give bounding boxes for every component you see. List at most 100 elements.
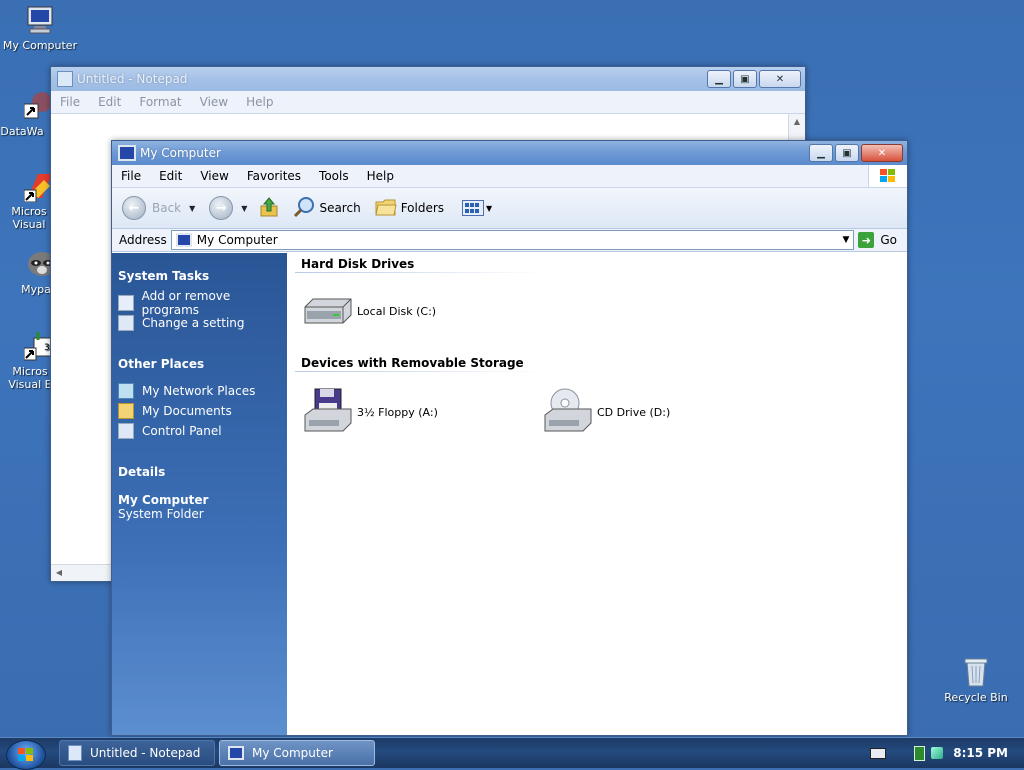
search-icon bbox=[293, 196, 315, 221]
menu-help[interactable]: Help bbox=[358, 169, 403, 183]
go-arrow-icon: ➜ bbox=[858, 232, 875, 248]
taskbar: Untitled - Notepad My Computer 8:15 PM bbox=[0, 737, 1024, 770]
close-icon: ✕ bbox=[877, 147, 887, 159]
explorer-title: My Computer bbox=[140, 146, 221, 160]
clock[interactable]: 8:15 PM bbox=[953, 746, 1008, 760]
go-button[interactable]: ➜ Go bbox=[858, 232, 897, 248]
desktop-icon-label: Micros Visual bbox=[11, 205, 47, 231]
computer-icon bbox=[175, 233, 192, 247]
start-button[interactable] bbox=[6, 740, 46, 770]
details-type: System Folder bbox=[118, 507, 204, 521]
up-folder-button[interactable] bbox=[259, 196, 279, 221]
chevron-down-icon[interactable]: ▼ bbox=[241, 204, 247, 213]
notepad-app-icon bbox=[68, 745, 82, 761]
notepad-menubar: File Edit Format View Help bbox=[51, 91, 805, 114]
explorer-titlebar[interactable]: My Computer ▁ ▣ ✕ bbox=[112, 141, 907, 165]
system-tray: 8:15 PM bbox=[870, 738, 1024, 768]
network-icon bbox=[118, 383, 134, 399]
menu-view[interactable]: View bbox=[191, 95, 237, 109]
folders-button[interactable]: Folders bbox=[375, 197, 444, 220]
add-remove-programs-icon bbox=[118, 295, 134, 311]
back-button[interactable]: ← Back ▼ bbox=[122, 196, 195, 220]
maximize-icon: ▣ bbox=[740, 73, 750, 85]
desktop-icon-my-computer[interactable]: My Computer bbox=[0, 4, 80, 52]
computer-icon bbox=[228, 746, 244, 760]
place-label: My Network Places bbox=[142, 384, 256, 398]
group-divider bbox=[295, 272, 545, 273]
up-folder-icon bbox=[259, 196, 279, 221]
address-dropdown-icon[interactable]: ▼ bbox=[842, 235, 849, 245]
floppy-drive-icon bbox=[303, 387, 353, 438]
views-icon bbox=[462, 200, 485, 216]
chevron-down-icon[interactable]: ▼ bbox=[189, 204, 195, 213]
place-my-network-places[interactable]: My Network Places bbox=[118, 381, 287, 401]
taskbar-item-notepad[interactable]: Untitled - Notepad bbox=[59, 740, 215, 766]
drive-local-disk-c[interactable]: Local Disk (C:) bbox=[303, 295, 436, 328]
folder-icon bbox=[375, 197, 397, 220]
group-divider bbox=[295, 371, 545, 372]
explorer-window[interactable]: My Computer ▁ ▣ ✕ File Edit View Favorit… bbox=[111, 140, 908, 736]
taskbar-item-my-computer[interactable]: My Computer bbox=[219, 740, 375, 766]
details-name: My Computer bbox=[118, 493, 209, 507]
explorer-toolbar: ← Back ▼ → ▼ Search Folders ▼ bbox=[112, 188, 907, 229]
address-bar: Address My Computer ▼ ➜ Go bbox=[112, 229, 907, 252]
windows-logo-icon bbox=[868, 165, 907, 187]
menu-file[interactable]: File bbox=[51, 95, 89, 109]
maximize-button[interactable]: ▣ bbox=[835, 144, 859, 162]
menu-tools[interactable]: Tools bbox=[310, 169, 358, 183]
menu-help[interactable]: Help bbox=[237, 95, 282, 109]
drive-cd-d[interactable]: CD Drive (D:) bbox=[543, 387, 670, 438]
task-label: Add or remove programs bbox=[141, 289, 231, 317]
drive-label: CD Drive (D:) bbox=[597, 406, 671, 419]
notepad-titlebar[interactable]: Untitled - Notepad ▁ ▣ ✕ bbox=[51, 67, 805, 91]
desktop-icon-recycle-bin[interactable]: Recycle Bin bbox=[936, 656, 1016, 704]
views-button[interactable]: ▼ bbox=[462, 200, 492, 216]
group-heading-hard-disks: Hard Disk Drives bbox=[301, 257, 415, 271]
control-panel-icon bbox=[118, 423, 134, 439]
drive-label: 3½ Floppy (A:) bbox=[357, 406, 438, 419]
search-button[interactable]: Search bbox=[293, 196, 361, 221]
scroll-left-arrow-icon[interactable]: ◀ bbox=[51, 565, 67, 581]
minimize-button[interactable]: ▁ bbox=[707, 70, 731, 88]
recycle-bin-icon bbox=[960, 656, 992, 688]
minimize-icon: ▁ bbox=[715, 73, 723, 85]
menu-edit[interactable]: Edit bbox=[150, 169, 191, 183]
menu-view[interactable]: View bbox=[191, 169, 237, 183]
speaker-icon[interactable] bbox=[931, 747, 944, 759]
menu-edit[interactable]: Edit bbox=[89, 95, 130, 109]
menu-favorites[interactable]: Favorites bbox=[238, 169, 310, 183]
chevron-down-icon[interactable]: ▼ bbox=[486, 204, 492, 213]
back-arrow-icon: ← bbox=[122, 196, 146, 220]
details-heading: Details bbox=[118, 465, 166, 479]
go-label: Go bbox=[880, 233, 897, 247]
close-button[interactable]: ✕ bbox=[759, 70, 801, 88]
address-value: My Computer bbox=[196, 233, 278, 247]
drive-label: Local Disk (C:) bbox=[357, 305, 437, 318]
search-label: Search bbox=[319, 201, 361, 215]
control-panel-icon bbox=[118, 315, 134, 331]
address-label: Address bbox=[119, 233, 167, 247]
minimize-icon: ▁ bbox=[817, 147, 825, 159]
menu-file[interactable]: File bbox=[112, 169, 150, 183]
minimize-button[interactable]: ▁ bbox=[809, 144, 833, 162]
drive-floppy-a[interactable]: 3½ Floppy (A:) bbox=[303, 387, 438, 438]
taskbar-item-label: Untitled - Notepad bbox=[90, 746, 201, 760]
address-input[interactable]: My Computer ▼ bbox=[170, 230, 855, 250]
task-add-remove-programs[interactable]: Add or remove programs bbox=[118, 289, 287, 317]
network-status-icon[interactable] bbox=[914, 745, 926, 761]
place-control-panel[interactable]: Control Panel bbox=[118, 421, 287, 441]
place-my-documents[interactable]: My Documents bbox=[118, 401, 287, 421]
place-label: Control Panel bbox=[142, 424, 222, 438]
keyboard-icon[interactable] bbox=[870, 747, 887, 759]
back-label: Back bbox=[152, 201, 182, 215]
computer-icon bbox=[118, 145, 136, 161]
task-pane: System Tasks Add or remove programs Chan… bbox=[112, 253, 287, 735]
close-button[interactable]: ✕ bbox=[861, 144, 903, 162]
taskbar-item-label: My Computer bbox=[252, 746, 333, 760]
desktop-icon-label: My Computer bbox=[2, 39, 78, 52]
maximize-button[interactable]: ▣ bbox=[733, 70, 757, 88]
forward-button[interactable]: → ▼ bbox=[209, 196, 247, 220]
menu-format[interactable]: Format bbox=[130, 95, 190, 109]
computer-icon bbox=[24, 4, 56, 36]
scroll-up-arrow-icon[interactable]: ▲ bbox=[789, 114, 805, 130]
